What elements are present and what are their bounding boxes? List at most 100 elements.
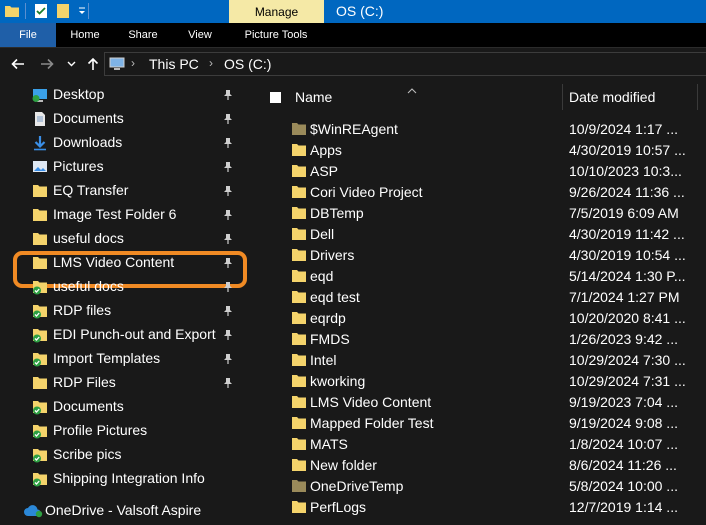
column-header-name[interactable]: Name (289, 80, 561, 114)
folder-icon (291, 185, 307, 199)
sidebar-item[interactable]: Scribe pics (0, 443, 250, 467)
file-row[interactable]: MATS 1/8/2024 10:07 ... (255, 434, 706, 455)
folder-icon (291, 458, 307, 472)
file-row[interactable]: Mapped Folder Test 9/19/2024 9:08 ... (255, 413, 706, 434)
file-row[interactable]: eqd 5/14/2024 1:30 P... (255, 266, 706, 287)
tab-share[interactable]: Share (118, 23, 168, 47)
file-name: Drivers (310, 247, 355, 263)
sidebar-item-label: Profile Pictures (53, 422, 148, 438)
this-pc-icon (109, 57, 125, 70)
file-date-modified: 5/14/2024 1:30 P... (569, 268, 686, 284)
sidebar-item[interactable]: Image Test Folder 6 (0, 203, 250, 227)
titlebar-divider (88, 3, 89, 19)
file-row[interactable]: Intel 10/29/2024 7:30 ... (255, 350, 706, 371)
new-folder-icon[interactable] (55, 3, 71, 19)
file-row[interactable]: kworking 10/29/2024 7:31 ... (255, 371, 706, 392)
sidebar-item[interactable]: RDP files (0, 299, 250, 323)
file-date-modified: 8/6/2024 11:26 ... (569, 457, 677, 473)
sidebar-item-label: EDI Punch-out and Export (53, 326, 216, 342)
sidebar-item[interactable]: Documents (0, 107, 250, 131)
folder-icon (32, 183, 48, 199)
sidebar-item-label: LMS Video Content (53, 254, 175, 270)
navigation-bar: › This PC › OS (C:) (0, 48, 706, 80)
sidebar-item-label: OneDrive - Valsoft Aspire (45, 502, 202, 518)
file-date-modified: 1/26/2023 9:42 ... (569, 331, 678, 347)
sidebar-item[interactable]: Profile Pictures (0, 419, 250, 443)
pin-icon (222, 184, 234, 196)
sidebar-item[interactable]: EDI Punch-out and Export (0, 323, 250, 347)
tab-picture-tools[interactable]: Picture Tools (233, 23, 319, 47)
sidebar-item[interactable]: useful docs (0, 275, 250, 299)
file-row[interactable]: DBTemp 7/5/2019 6:09 AM (255, 203, 706, 224)
sidebar-item-label: Pictures (53, 158, 104, 174)
file-date-modified: 9/19/2024 9:08 ... (569, 415, 678, 431)
breadcrumb-os-c[interactable]: OS (C:) (224, 56, 271, 72)
folder-icon (32, 231, 48, 247)
sidebar-item-label: Image Test Folder 6 (53, 206, 177, 222)
tab-file[interactable]: File (0, 23, 56, 47)
file-date-modified: 10/20/2020 8:41 ... (569, 310, 686, 326)
title-bar: Manage OS (C:) (0, 0, 706, 23)
sidebar-item[interactable]: LMS Video Content (0, 251, 250, 275)
synced-folder-icon (32, 279, 48, 295)
sidebar-item[interactable]: Shipping Integration Info (0, 467, 250, 491)
folder-icon (291, 437, 307, 451)
pin-icon (222, 328, 234, 340)
up-button[interactable] (85, 55, 101, 73)
sidebar-item[interactable]: useful docs (0, 227, 250, 251)
file-row[interactable]: Apps 4/30/2019 10:57 ... (255, 140, 706, 161)
back-button[interactable] (9, 55, 27, 73)
file-name: PerfLogs (310, 499, 367, 515)
sidebar-item[interactable]: Downloads (0, 131, 250, 155)
tab-view[interactable]: View (175, 23, 225, 47)
pictures-icon (32, 159, 48, 175)
file-row[interactable]: $WinREAgent 10/9/2024 1:17 ... (255, 119, 706, 140)
column-divider[interactable] (697, 84, 698, 110)
column-header-row: Name Date modified (255, 80, 706, 114)
file-row[interactable]: ASP 10/10/2023 10:3... (255, 161, 706, 182)
folder-icon (291, 164, 307, 178)
folder-icon (291, 206, 307, 220)
file-row[interactable]: eqd test 7/1/2024 1:27 PM (255, 287, 706, 308)
file-row[interactable]: New folder 8/6/2024 11:26 ... (255, 455, 706, 476)
forward-button[interactable] (38, 55, 56, 73)
file-row[interactable]: Cori Video Project 9/26/2024 11:36 ... (255, 182, 706, 203)
column-header-date-modified[interactable]: Date modified (563, 80, 697, 114)
file-date-modified: 7/5/2019 6:09 AM (569, 205, 679, 221)
file-row[interactable]: eqrdp 10/20/2020 8:41 ... (255, 308, 706, 329)
file-date-modified: 12/7/2019 1:14 ... (569, 499, 678, 515)
pin-icon (222, 112, 234, 124)
file-row[interactable]: Dell 4/30/2019 11:42 ... (255, 224, 706, 245)
file-row[interactable]: FMDS 1/26/2023 9:42 ... (255, 329, 706, 350)
folder-icon (291, 353, 307, 367)
sidebar-item[interactable]: EQ Transfer (0, 179, 250, 203)
properties-icon[interactable] (33, 3, 49, 19)
folder-icon (291, 248, 307, 262)
file-date-modified: 10/29/2024 7:31 ... (569, 373, 686, 389)
tab-home[interactable]: Home (60, 23, 110, 47)
breadcrumb-this-pc[interactable]: This PC (149, 56, 199, 72)
address-bar[interactable]: › This PC › OS (C:) (104, 52, 706, 76)
pin-icon (222, 208, 234, 220)
select-all-checkbox[interactable] (270, 92, 281, 103)
sidebar-item-onedrive[interactable]: OneDrive - Valsoft Aspire (0, 499, 250, 523)
sidebar-item-label: Import Templates (53, 350, 161, 366)
manage-contextual-tab[interactable]: Manage (229, 0, 324, 23)
file-name: Dell (310, 226, 335, 242)
folder-icon (291, 143, 307, 157)
sidebar-item[interactable]: Desktop (0, 83, 250, 107)
onedrive-cloud-icon (24, 505, 43, 518)
recent-locations-button[interactable] (64, 55, 78, 73)
sidebar-item[interactable]: Documents (0, 395, 250, 419)
file-row[interactable]: LMS Video Content 9/19/2023 7:04 ... (255, 392, 706, 413)
file-name: Intel (310, 352, 337, 368)
file-row[interactable]: Drivers 4/30/2019 10:54 ... (255, 245, 706, 266)
sidebar-item[interactable]: Import Templates (0, 347, 250, 371)
sidebar-item[interactable]: RDP Files (0, 371, 250, 395)
file-row[interactable]: OneDriveTemp 5/8/2024 10:00 ... (255, 476, 706, 497)
file-row[interactable]: PerfLogs 12/7/2019 1:14 ... (255, 497, 706, 518)
file-name: Cori Video Project (310, 184, 423, 200)
file-name: eqd (310, 268, 334, 284)
sidebar-item[interactable]: Pictures (0, 155, 250, 179)
pin-icon (222, 376, 234, 388)
